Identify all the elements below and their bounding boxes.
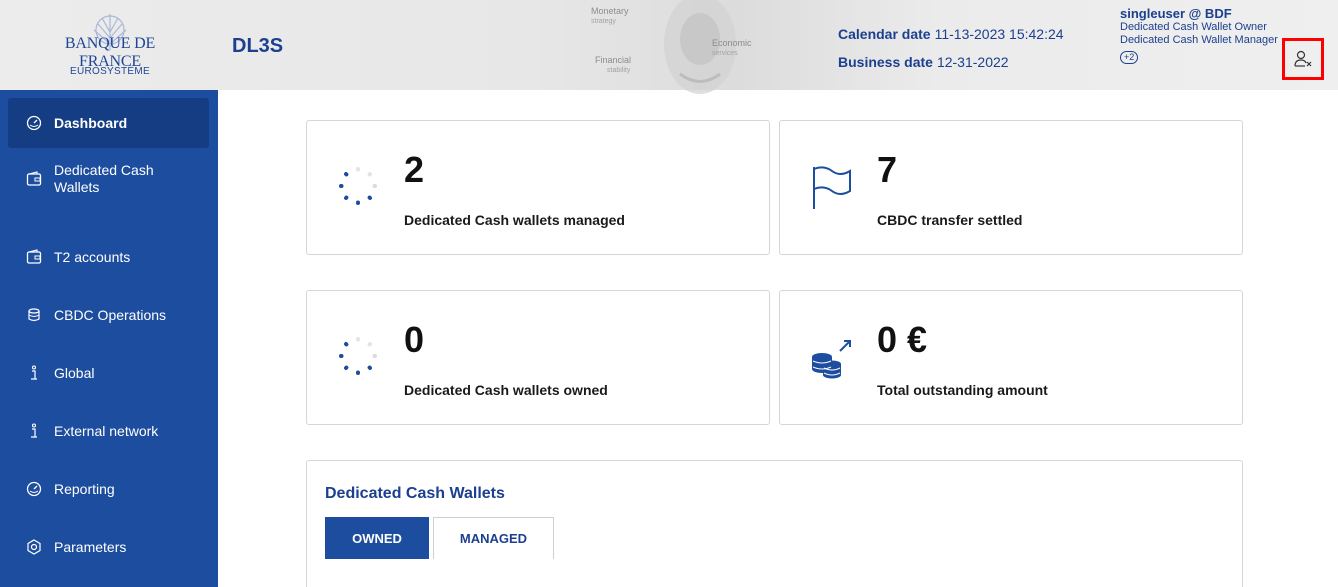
wallet-icon: [26, 171, 42, 187]
wallet-icon: [26, 249, 42, 265]
spinner-icon: [339, 337, 377, 375]
calendar-date: Calendar date 11-13-2023 15:42:24: [838, 26, 1064, 54]
sidebar-item-label: Global: [54, 364, 95, 381]
header-medallion: Monetary strategy Economic services Fina…: [591, 0, 770, 94]
card-total-outstanding[interactable]: 0 € Total outstanding amount: [779, 290, 1243, 425]
coins-icon: [26, 307, 42, 323]
card-value: 2: [404, 149, 425, 190]
info-icon: [26, 365, 42, 381]
logout-highlight: [1282, 38, 1324, 80]
tab-owned[interactable]: OWNED: [325, 517, 429, 559]
panel-title: Dedicated Cash Wallets: [325, 485, 505, 502]
card-value: 7: [877, 149, 898, 190]
card-cbdc-transfers[interactable]: 7 CBDC transfer settled: [779, 120, 1243, 255]
gauge-icon: [26, 115, 42, 131]
logout-button[interactable]: [1288, 44, 1318, 74]
banque-de-france-logo[interactable]: BANQUE DE FRANCE EUROSYSTÈME: [30, 10, 190, 86]
card-value: 0: [404, 319, 425, 360]
medallion-economic: Economic: [712, 38, 752, 48]
business-date: Business date 12-31-2022: [838, 54, 1064, 82]
business-date-value: 12-31-2022: [936, 54, 1009, 70]
sidebar-item-label: Parameters: [54, 538, 127, 555]
sidebar-item-label: Dedicated Cash Wallets: [54, 162, 154, 195]
medallion-strategy: strategy: [591, 18, 616, 25]
card-label: CBDC transfer settled: [877, 212, 1023, 228]
calendar-date-label: Calendar date: [838, 26, 931, 42]
dedicated-cash-wallets-panel: Dedicated Cash Wallets OWNED MANAGED: [306, 460, 1243, 587]
sidebar-item-label: CBDC Operations: [54, 306, 167, 323]
medallion-services: services: [712, 50, 738, 57]
top-header: BANQUE DE FRANCE EUROSYSTÈME DL3S Moneta…: [0, 0, 1338, 94]
sidebar-item-t2-accounts[interactable]: T2 accounts: [8, 232, 209, 282]
coins-arrow-icon: [812, 340, 851, 379]
dates-block: Calendar date 11-13-2023 15:42:24 Busines…: [838, 26, 1064, 82]
more-roles-badge[interactable]: +2: [1120, 51, 1139, 64]
user-name: singleuser @ BDF: [1120, 6, 1232, 21]
app-title: DL3S: [232, 35, 284, 57]
sidebar-item-label: Dashboard: [54, 114, 128, 131]
user-logout-icon: [1294, 50, 1312, 67]
sidebar-item-parameters[interactable]: Parameters: [8, 522, 209, 572]
sidebar-item-label: Reporting: [54, 480, 115, 497]
card-label: Total outstanding amount: [877, 382, 1048, 398]
user-info: singleuser @ BDF Dedicated Cash Wallet O…: [1120, 6, 1280, 65]
card-wallets-managed[interactable]: 2 Dedicated Cash wallets managed: [306, 120, 770, 255]
medallion-monetary: Monetary: [591, 6, 629, 16]
card-label: Dedicated Cash wallets managed: [404, 212, 625, 228]
flag-icon: [813, 166, 851, 209]
gauge-icon: [26, 481, 42, 497]
sidebar-item-global[interactable]: Global: [8, 348, 209, 398]
card-value: 0 €: [877, 319, 928, 360]
gear-icon: [26, 539, 42, 555]
sidebar-item-label: External network: [54, 422, 159, 439]
sidebar-item-dashboard[interactable]: Dashboard: [8, 98, 209, 148]
tab-managed[interactable]: MANAGED: [433, 517, 554, 559]
logo-subtext: EUROSYSTÈME: [70, 66, 150, 77]
calendar-date-value: 11-13-2023 15:42:24: [934, 26, 1064, 42]
card-wallets-owned[interactable]: 0 Dedicated Cash wallets owned: [306, 290, 770, 425]
sidebar-item-label: T2 accounts: [54, 248, 131, 265]
sidebar-item-external-network[interactable]: External network: [8, 406, 209, 456]
sidebar-item-reporting[interactable]: Reporting: [8, 464, 209, 514]
medallion-financial: Financial: [595, 55, 632, 65]
sidebar: Dashboard Dedicated Cash Wallets T2 acco…: [0, 90, 218, 587]
sidebar-item-cbdc-operations[interactable]: CBDC Operations: [8, 290, 209, 340]
user-role-2: Dedicated Cash Wallet Manager: [1120, 34, 1278, 46]
sidebar-item-dedicated-cash-wallets[interactable]: Dedicated Cash Wallets: [8, 154, 209, 204]
card-label: Dedicated Cash wallets owned: [404, 382, 608, 398]
user-role-1: Dedicated Cash Wallet Owner: [1120, 21, 1267, 33]
spinner-icon: [339, 167, 377, 205]
medallion-stability: stability: [607, 67, 631, 74]
info-icon: [26, 423, 42, 439]
business-date-label: Business date: [838, 54, 933, 70]
